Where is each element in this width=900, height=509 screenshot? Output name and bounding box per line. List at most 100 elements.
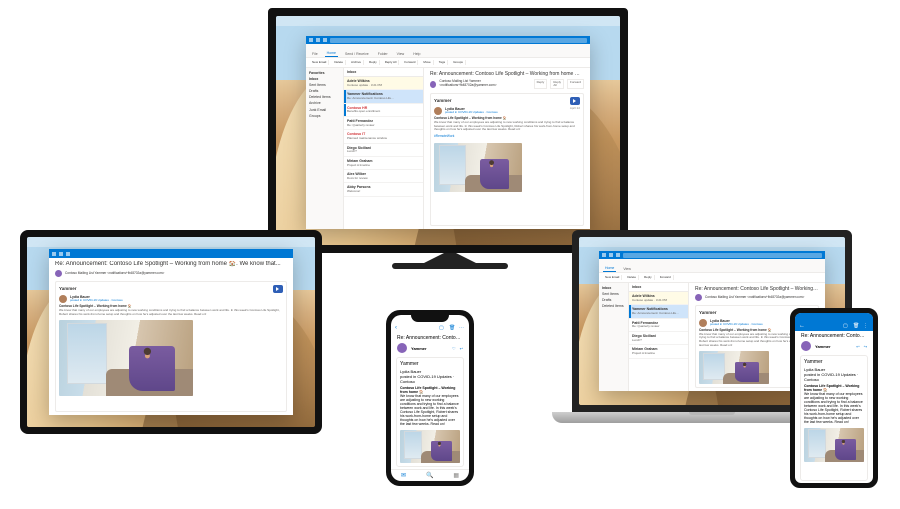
nav-drafts[interactable]: Drafts: [309, 89, 340, 94]
folder-nav[interactable]: Inbox Sent Items Drafts Deleted Items: [599, 283, 629, 391]
folder-nav[interactable]: Favorites Inbox Sent Items Drafts Delete…: [306, 68, 344, 229]
window-close-icon[interactable]: [309, 38, 313, 42]
message-list[interactable]: Inbox Adele Wilkins Contoso update · 3:2…: [629, 283, 689, 391]
reading-reply-button[interactable]: Reply: [534, 79, 548, 89]
more-icon[interactable]: ⋯: [459, 325, 465, 331]
yammer-icon[interactable]: [273, 285, 283, 293]
reading-subject: Re: Announcement: Contoso Life Spotlight…: [430, 71, 584, 77]
search-input[interactable]: [623, 253, 822, 258]
reading-forward-button[interactable]: Forward: [567, 79, 584, 89]
window-max-icon[interactable]: [323, 38, 327, 42]
msg-from: Abby Parsons: [347, 185, 420, 189]
delete-button[interactable]: Delete: [625, 275, 639, 281]
trash-icon[interactable]: 🗑: [853, 323, 859, 329]
window-close-icon[interactable]: [52, 252, 56, 256]
reply-all-icon[interactable]: ↪: [864, 344, 867, 349]
post-tag[interactable]: #RemoteWork: [434, 135, 580, 139]
ribbon-tab-help[interactable]: Help: [411, 51, 422, 57]
poster-meta[interactable]: posted in COVID-19 Updates · Contoso: [445, 111, 498, 115]
nav-drafts[interactable]: Drafts: [602, 297, 625, 302]
reply-button[interactable]: Reply: [367, 60, 380, 66]
ribbon-tab-folder[interactable]: Folder: [376, 51, 390, 57]
nav-deleted[interactable]: Deleted Items: [602, 304, 625, 309]
nav-sent[interactable]: Sent Items: [309, 82, 340, 87]
archive-icon[interactable]: ▢: [843, 323, 849, 329]
archive-button[interactable]: Archive: [349, 60, 364, 66]
tab-search-icon[interactable]: 🔍: [426, 472, 433, 479]
list-item[interactable]: Contoso HR Benefits open enrollment: [344, 104, 423, 117]
card-brand: Yammer: [804, 359, 823, 365]
groups-button[interactable]: Groups: [451, 60, 466, 66]
tags-button[interactable]: Tags: [437, 60, 448, 66]
nav-groups[interactable]: Groups: [309, 113, 340, 118]
ribbon-tab-view[interactable]: View: [621, 266, 633, 272]
nav-junk[interactable]: Junk Email: [309, 107, 340, 112]
nav-inbox[interactable]: Inbox: [602, 285, 625, 290]
list-item[interactable]: Adele Wilkins Contoso update · 3:21 PM: [344, 77, 423, 90]
list-item[interactable]: Miriam Graham Project A timeline: [629, 345, 688, 358]
tablet-device: Re: Announcement: Contoso Life Spotlight…: [20, 230, 322, 434]
back-button[interactable]: ←: [799, 323, 805, 329]
poster-meta[interactable]: posted in COVID-19 Updates · Contoso: [70, 299, 123, 303]
msg-subject: Re: Quarterly review: [632, 325, 685, 329]
ribbon-tab-view[interactable]: View: [395, 51, 407, 57]
new-email-button[interactable]: New Email: [603, 275, 622, 281]
nav-sent[interactable]: Sent Items: [602, 291, 625, 296]
search-input[interactable]: [330, 38, 587, 43]
window-min-icon[interactable]: [609, 253, 613, 257]
list-item[interactable]: Diego Siciliani Lunch?: [629, 332, 688, 345]
window-min-icon[interactable]: [59, 252, 63, 256]
yammer-icon[interactable]: [570, 97, 580, 105]
poster-meta[interactable]: posted in COVID-19 Updates · Contoso: [710, 323, 763, 327]
post-image: [59, 320, 193, 396]
list-item[interactable]: Adele Wilkins Contoso update · 3:21 PM: [629, 292, 688, 305]
window-min-icon[interactable]: [316, 38, 320, 42]
delete-button[interactable]: Delete: [332, 60, 346, 66]
reply-all-button[interactable]: Reply All: [383, 60, 400, 66]
back-button[interactable]: ‹: [395, 325, 397, 331]
mobile-subject: Re: Announcement: Contoso Life Spotlight…: [391, 333, 469, 341]
list-item[interactable]: Patti Fernandez Re: Quarterly review: [629, 319, 688, 332]
mobile-subject: Re: Announcement: Contoso Life Spotlight…: [795, 331, 873, 339]
move-button[interactable]: Move: [421, 60, 433, 66]
new-email-button[interactable]: New Email: [310, 60, 329, 66]
reply-icon[interactable]: ↩: [856, 344, 859, 349]
list-item[interactable]: Patti Fernandez Re: Quarterly review: [344, 117, 423, 130]
window-max-icon[interactable]: [66, 252, 70, 256]
nav-deleted[interactable]: Deleted Items: [309, 95, 340, 100]
poster-meta[interactable]: posted in COVID-19 Updates · Contoso: [804, 372, 864, 382]
nav-inbox[interactable]: Inbox: [309, 76, 340, 81]
ribbon-tab-sendreceive[interactable]: Send / Receive: [343, 51, 371, 57]
window-close-icon[interactable]: [602, 253, 606, 257]
ribbon-tab-home[interactable]: Home: [325, 50, 338, 57]
tab-calendar-icon[interactable]: ▦: [453, 472, 459, 479]
ribbon-tab-file[interactable]: File: [310, 51, 320, 57]
reply-icon[interactable]: ↩: [460, 346, 463, 351]
list-item[interactable]: Yammer Notifications Re: Announcement: C…: [629, 305, 688, 318]
nav-archive[interactable]: Archive: [309, 101, 340, 106]
window-max-icon[interactable]: [616, 253, 620, 257]
yammer-card: Yammer Lydia Bauer posted in COVID-19 Up…: [430, 93, 584, 226]
forward-button[interactable]: Forward: [402, 60, 418, 66]
like-icon[interactable]: ♡: [452, 346, 456, 351]
list-item[interactable]: Miriam Graham Project A timeline: [344, 157, 423, 170]
list-item[interactable]: Yammer Notifications Re: Announcement: C…: [344, 90, 423, 103]
reply-button[interactable]: Reply: [642, 275, 655, 281]
more-icon[interactable]: ⋮: [863, 323, 869, 329]
msg-subject: Docs for review: [347, 177, 420, 181]
nav-favorites[interactable]: Favorites: [309, 70, 340, 75]
reading-reply-all-button[interactable]: Reply All: [550, 79, 564, 89]
ribbon-tab-home[interactable]: Home: [603, 265, 616, 272]
list-item[interactable]: Alex Wilber Docs for review: [344, 170, 423, 183]
sender-name: Yammer: [815, 344, 831, 349]
trash-icon[interactable]: 🗑: [449, 325, 455, 331]
tab-mail-icon[interactable]: ✉: [401, 472, 406, 479]
forward-button[interactable]: Forward: [658, 275, 674, 281]
list-item[interactable]: Abby Parsons Welcome!: [344, 183, 423, 196]
list-item[interactable]: Diego Siciliani Lunch?: [344, 144, 423, 157]
archive-icon[interactable]: ▢: [439, 325, 445, 331]
message-list[interactable]: Inbox Adele Wilkins Contoso update · 3:2…: [344, 68, 424, 229]
poster-meta[interactable]: posted in COVID-19 Updates · Contoso: [400, 374, 460, 384]
post-date: April 22: [570, 107, 580, 111]
list-item[interactable]: Contoso IT Planned maintenance window: [344, 130, 423, 143]
